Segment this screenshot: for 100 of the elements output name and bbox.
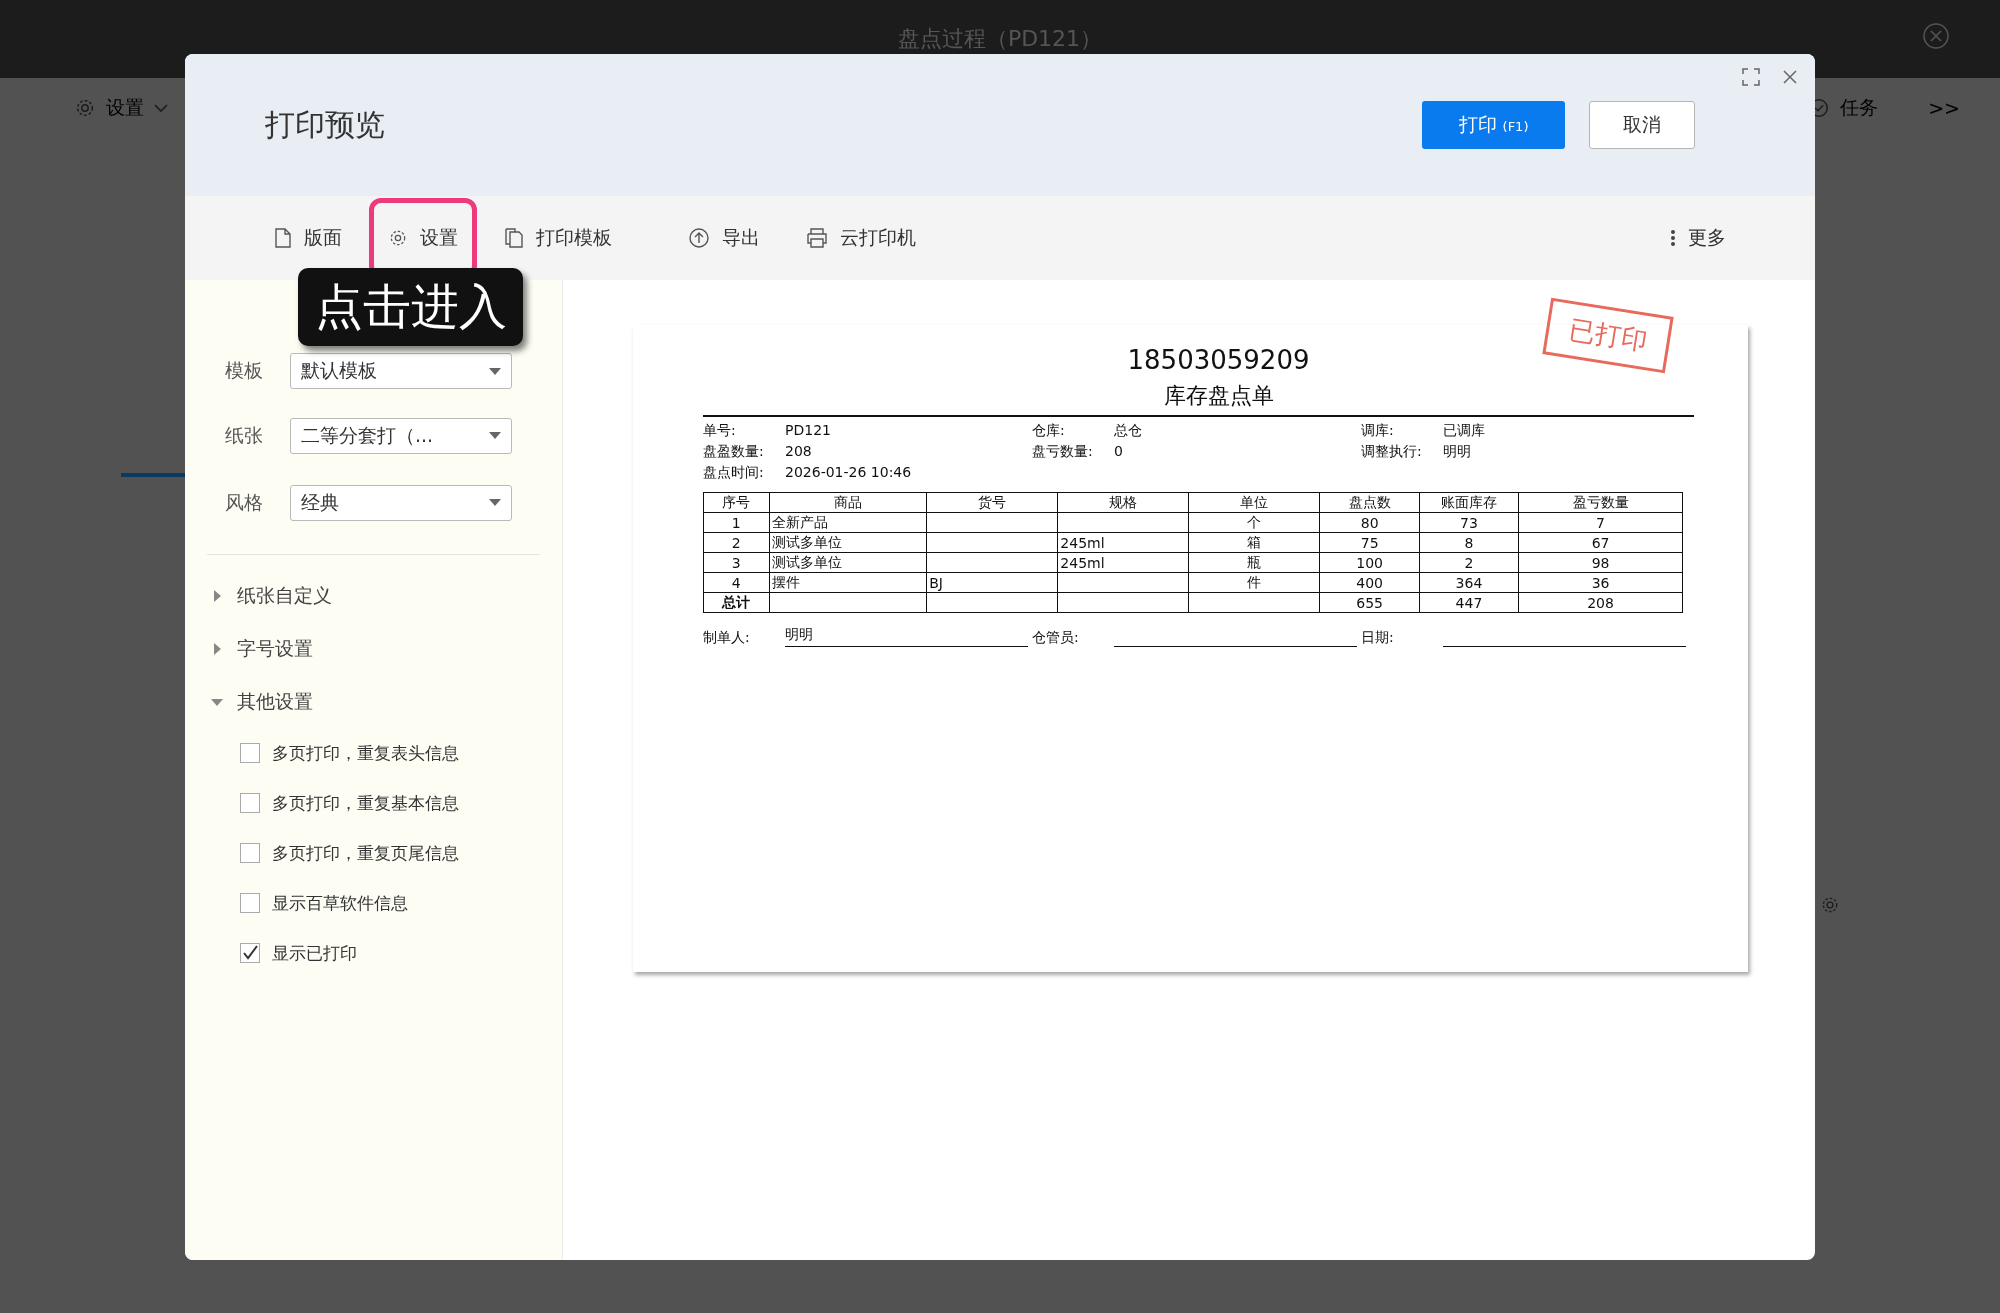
info-value: 总仓 <box>1114 421 1142 440</box>
table-cell: 3 <box>731 554 741 571</box>
table-cell: 98 <box>1591 554 1610 571</box>
table-cell: 1 <box>731 514 741 531</box>
dropdown[interactable]: 二等分套打（... <box>290 417 512 454</box>
table-cell: 2 <box>1464 554 1474 571</box>
checkbox-label[interactable]: 显示百草软件信息 <box>272 891 408 915</box>
table-cell: 73 <box>1460 514 1478 531</box>
info-label: 盘盈数量: <box>703 442 765 461</box>
table-cell: 245ml <box>1060 534 1105 551</box>
dropdown[interactable]: 经典 <box>290 484 512 521</box>
info-label: 单号: <box>703 421 737 440</box>
column-header: 货号 <box>978 493 1007 510</box>
column-header: 账面库存 <box>1440 493 1497 510</box>
settings-icon[interactable] <box>1820 895 1840 915</box>
checkbox[interactable] <box>240 793 260 813</box>
field-label: 模板 <box>225 358 264 383</box>
info-label: 调库: <box>1361 421 1395 440</box>
table-cell: 400 <box>1356 574 1383 591</box>
cancel-button[interactable]: 取消 <box>1589 101 1695 149</box>
table-cell: 36 <box>1591 574 1610 591</box>
info-label: 调整执行: <box>1361 442 1423 461</box>
table-cell: 摆件 <box>771 573 800 590</box>
copy-icon <box>504 228 524 248</box>
cloud-printer-tool[interactable]: 云打印机 <box>787 198 935 278</box>
table-cell: 总计 <box>722 593 751 610</box>
print-button[interactable]: 打印 (F1) <box>1422 101 1565 149</box>
dialog-title: 打印预览 <box>265 105 385 144</box>
table-cell: 67 <box>1591 534 1610 551</box>
info-label: 盘亏数量: <box>1032 442 1094 461</box>
tooltip: 点击进入 <box>298 268 523 346</box>
export-tool[interactable]: 导出 <box>669 198 779 278</box>
close-icon[interactable] <box>1922 22 1950 50</box>
table-cell: 8 <box>1464 534 1474 551</box>
table-cell: 364 <box>1455 574 1483 591</box>
info-value: PD121 <box>785 421 831 440</box>
column-header: 盈亏数量 <box>1572 493 1629 510</box>
column-header: 序号 <box>722 493 751 510</box>
checkbox-label[interactable]: 多页打印，重复表头信息 <box>272 741 459 765</box>
section-toggle[interactable]: 纸张自定义 <box>185 569 562 622</box>
document-icon <box>274 228 292 248</box>
settings-icon <box>388 228 408 248</box>
signature-label: 仓管员: <box>1032 629 1080 647</box>
printer-icon <box>806 228 828 248</box>
more-icon <box>1670 229 1676 247</box>
more-menu[interactable]: 更多 <box>1651 198 1745 278</box>
column-header: 商品 <box>833 493 862 510</box>
field-label: 纸张 <box>225 422 264 448</box>
checkbox[interactable] <box>240 943 260 963</box>
info-value: 208 <box>785 442 812 461</box>
checkbox[interactable] <box>240 743 260 763</box>
caret-icon <box>489 367 501 375</box>
document-title: 库存盘点单 <box>1162 382 1275 410</box>
table-cell: 全新产品 <box>771 513 828 530</box>
table-cell: BJ <box>929 574 943 591</box>
checkbox-label[interactable]: 多页打印，重复基本信息 <box>272 791 459 815</box>
signature-label: 日期: <box>1361 629 1395 647</box>
column-header: 盘点数 <box>1348 493 1391 510</box>
column-header: 单位 <box>1240 493 1269 510</box>
table-cell: 4 <box>731 574 741 591</box>
fullscreen-icon[interactable] <box>1742 68 1760 86</box>
table-cell: 80 <box>1360 514 1379 531</box>
check-icon <box>241 944 259 962</box>
table-cell: 447 <box>1455 594 1483 611</box>
section-toggle[interactable]: 其他设置 <box>185 675 562 728</box>
checkbox-label[interactable]: 显示已打印 <box>272 941 357 965</box>
close-icon[interactable] <box>1783 70 1797 84</box>
table-cell: 件 <box>1247 573 1262 590</box>
table-cell: 655 <box>1356 594 1383 611</box>
caret-icon <box>489 499 501 506</box>
window-title: 盘点过程（PD121） <box>897 25 1103 53</box>
table-cell: 245ml <box>1060 554 1105 571</box>
table-cell: 个 <box>1247 513 1262 530</box>
upload-icon <box>688 227 710 249</box>
settings-icon[interactable] <box>74 97 96 119</box>
printed-stamp: 已打印 <box>1542 297 1674 374</box>
signature-line: 明明 <box>785 627 1028 647</box>
checkbox[interactable] <box>240 843 260 863</box>
document-number: 18503059209 <box>1126 345 1311 375</box>
dropdown[interactable]: 默认模板 <box>290 353 512 389</box>
checkbox-label[interactable]: 多页打印，重复页尾信息 <box>272 841 459 865</box>
signature-label: 制单人: <box>703 629 751 647</box>
info-value: 0 <box>1114 442 1123 461</box>
table-cell: 瓶 <box>1247 553 1262 570</box>
table-cell: 2 <box>731 534 741 551</box>
chevron-down-icon[interactable] <box>154 103 168 113</box>
column-header: 规格 <box>1109 493 1138 510</box>
info-value: 已调库 <box>1443 421 1485 440</box>
info-value: 明明 <box>1443 442 1471 461</box>
table-cell: 75 <box>1360 534 1379 551</box>
table-cell: 测试多单位 <box>771 553 842 570</box>
table-cell: 100 <box>1356 554 1383 571</box>
table-cell: 7 <box>1596 514 1605 531</box>
table-cell: 箱 <box>1247 533 1262 550</box>
section-toggle[interactable]: 字号设置 <box>185 622 562 675</box>
table-cell: 208 <box>1587 594 1614 611</box>
checkbox[interactable] <box>240 893 260 913</box>
field-label: 风格 <box>225 489 264 515</box>
info-label: 盘点时间: <box>703 463 765 482</box>
table-cell: 测试多单位 <box>771 533 842 550</box>
